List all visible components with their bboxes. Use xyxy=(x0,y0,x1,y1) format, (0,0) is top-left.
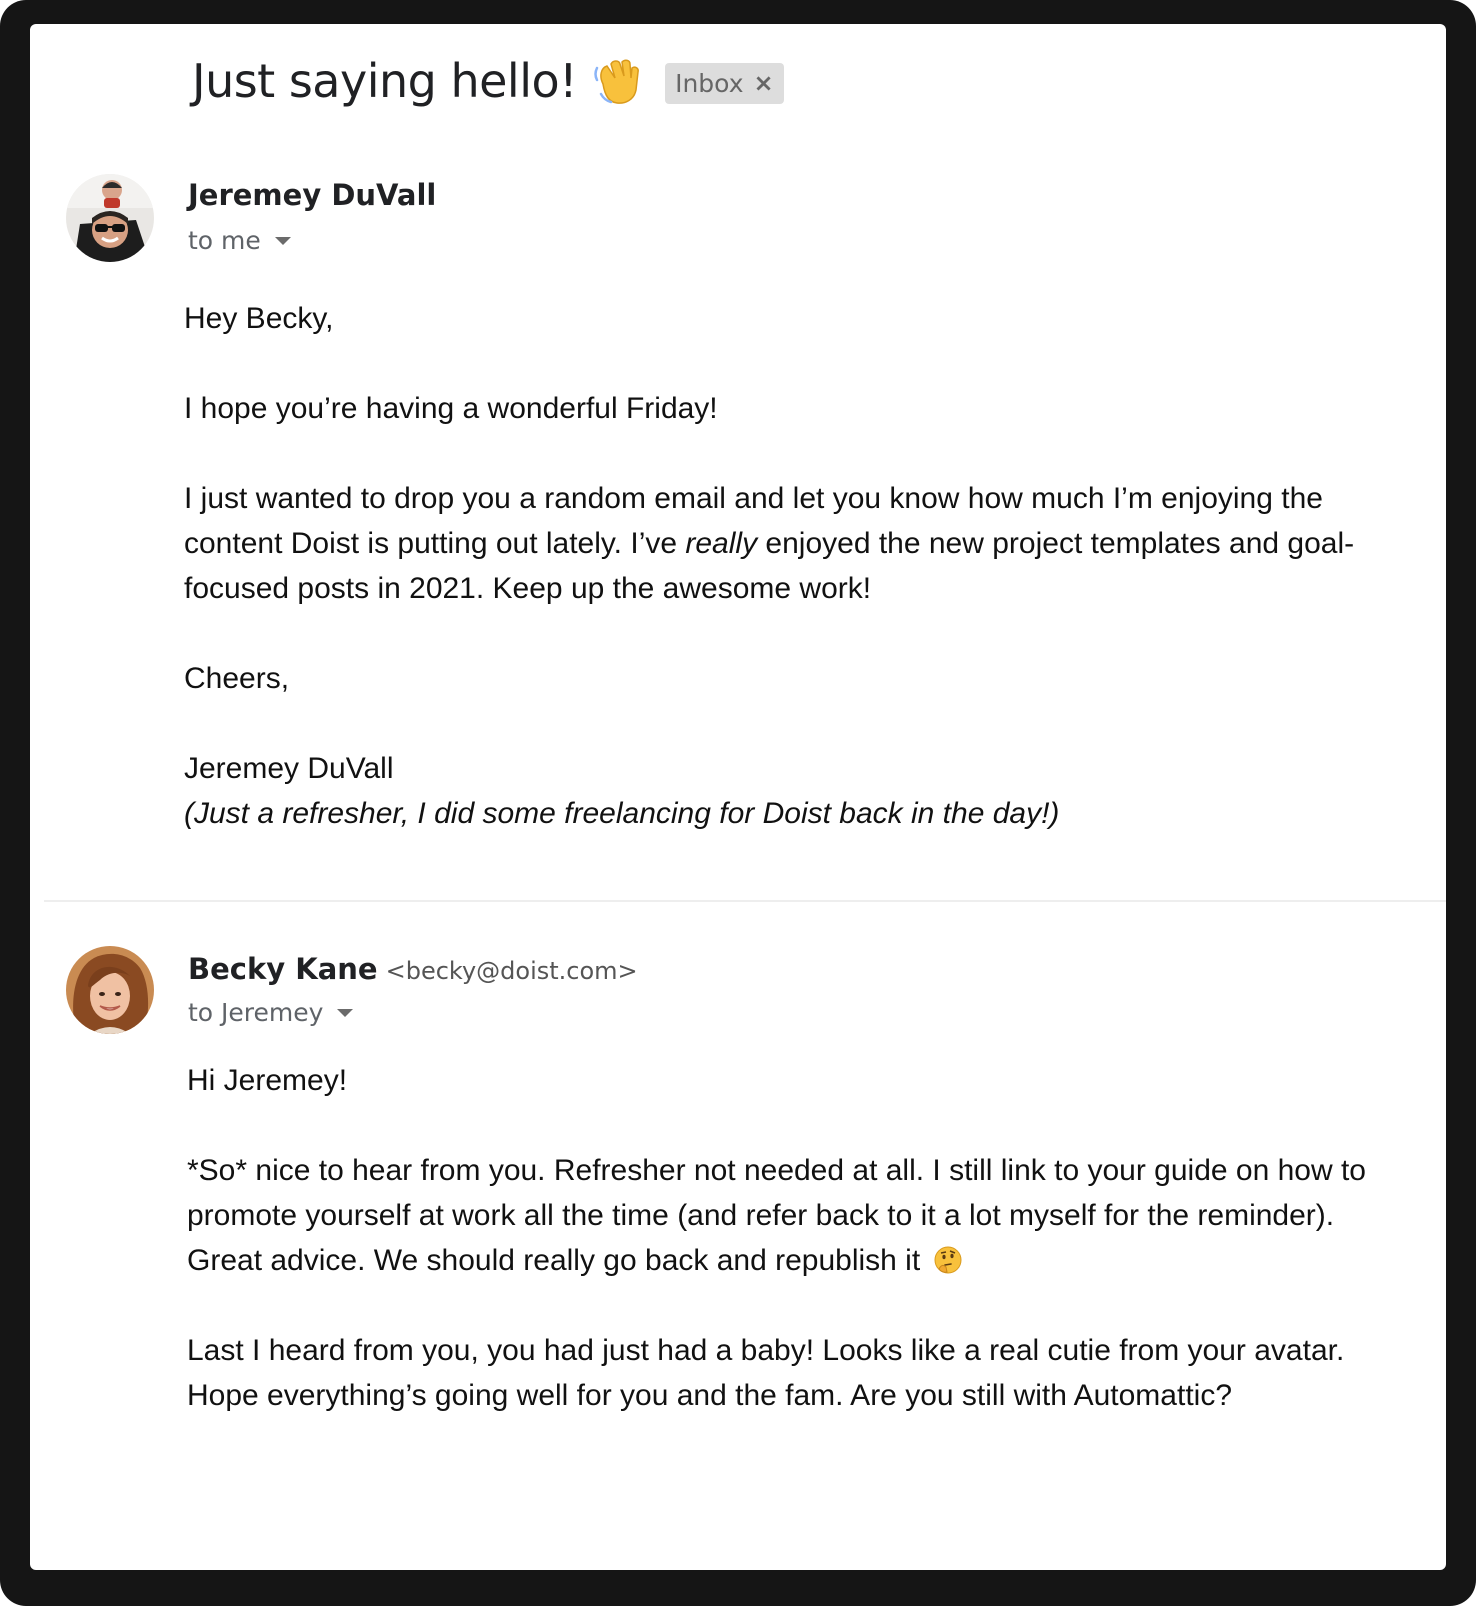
avatar xyxy=(66,174,154,262)
avatar xyxy=(66,946,154,1034)
signature: Jeremey DuVall xyxy=(184,752,394,785)
close-icon[interactable]: × xyxy=(754,69,774,97)
signoff: Cheers, xyxy=(184,662,290,695)
message-body: Hey Becky, I hope you’re having a wonder… xyxy=(184,296,1364,836)
sender-email: <becky@doist.com> xyxy=(385,957,638,985)
thinking-face-icon xyxy=(933,1243,963,1274)
body-paragraph: Last I heard from you, you had just had … xyxy=(187,1334,1345,1412)
message-body: Hi Jeremey! *So* nice to hear from you. … xyxy=(187,1058,1377,1418)
sender-name[interactable]: Jeremey DuVall xyxy=(188,178,436,212)
inbox-label-chip[interactable]: Inbox × xyxy=(665,62,784,104)
email-thread-view: Just saying hello! Inbox × Jeremey DuVal… xyxy=(30,24,1446,1570)
emphasis-text: really xyxy=(685,527,758,560)
postscript: (Just a refresher, I did some freelancin… xyxy=(184,797,1060,830)
recipient-toggle[interactable]: to me xyxy=(188,226,291,255)
thread-header: Just saying hello! Inbox × xyxy=(192,54,784,108)
inbox-label-text: Inbox xyxy=(675,68,744,98)
sender-line: Jeremey DuVall xyxy=(188,178,436,212)
sender-name[interactable]: Becky Kane xyxy=(188,952,378,986)
wave-hand-icon xyxy=(589,54,643,108)
body-paragraph: I hope you’re having a wonderful Friday! xyxy=(184,392,718,425)
body-paragraph: I just wanted to drop you a random email… xyxy=(184,482,1355,605)
message-divider xyxy=(44,900,1446,902)
sender-line: Becky Kane <becky@doist.com> xyxy=(188,952,638,986)
recipient-text: to Jeremey xyxy=(188,998,324,1027)
recipient-toggle[interactable]: to Jeremey xyxy=(188,998,354,1027)
greeting: Hey Becky, xyxy=(184,302,334,335)
chevron-down-icon xyxy=(337,1008,354,1017)
thread-subject: Just saying hello! xyxy=(192,54,578,108)
greeting: Hi Jeremey! xyxy=(187,1064,348,1097)
recipient-text: to me xyxy=(188,226,261,255)
chevron-down-icon xyxy=(274,236,291,245)
body-paragraph: *So* nice to hear from you. Refresher no… xyxy=(187,1154,1366,1277)
